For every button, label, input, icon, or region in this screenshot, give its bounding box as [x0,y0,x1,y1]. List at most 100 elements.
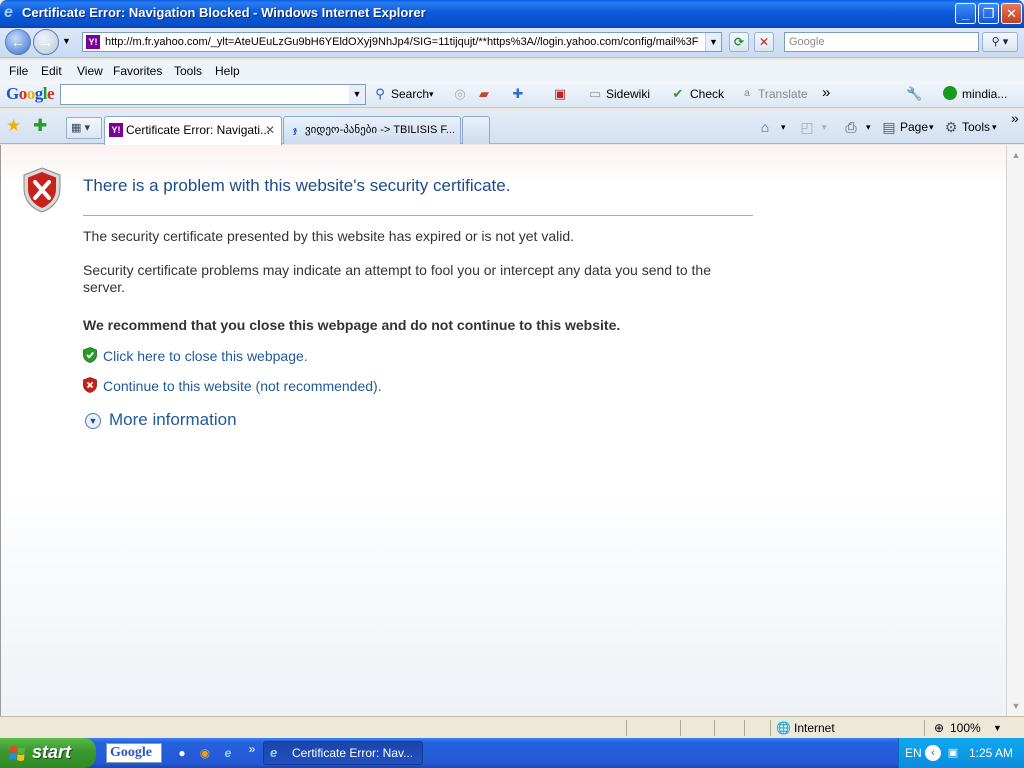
popup-blocker-icon[interactable]: ▰ [476,86,492,102]
warning-message: Security certificate problems may indica… [83,262,712,295]
recommendation-text: We recommend that you close this webpage… [83,317,621,333]
check-button[interactable]: Check [690,87,724,101]
tab-bar: ★ ✚ ▦ ▾ Y! Certificate Error: Navigati..… [0,109,1024,145]
network-icon[interactable]: ▣ [945,745,961,761]
menu-tools[interactable]: Tools [174,64,202,78]
add-favorites-icon[interactable]: ✚ [33,117,47,135]
search-input[interactable]: Google [784,32,979,52]
sidewiki-button[interactable]: Sidewiki [606,87,650,101]
page-dropdown-icon[interactable]: ▾ [929,122,934,133]
pagerank-icon[interactable]: ◎ [452,86,468,102]
search-dropdown-icon[interactable]: ▾ [429,89,434,100]
google-search-dropdown-icon[interactable]: ▼ [349,85,365,104]
continue-website-label[interactable]: Continue to this website (not recommende… [103,378,382,394]
clock[interactable]: 1:25 AM [969,746,1013,760]
google-search-icon: ⚲ [375,86,385,101]
menu-edit[interactable]: Edit [41,64,62,78]
maximize-button[interactable]: ❐ [978,3,999,24]
vertical-scrollbar[interactable]: ▲ ▼ [1006,145,1024,716]
quicklaunch-icon[interactable]: ● [174,745,190,761]
more-information-label[interactable]: More information [109,410,237,429]
address-toolbar: ← → ▼ Y! http://m.fr.yahoo.com/_ylt=AteU… [0,28,1024,58]
quicklaunch-more-button[interactable]: » [244,741,260,757]
user-account-button[interactable]: mindia... [962,87,1007,101]
more-information-toggle[interactable]: ▼ More information [85,410,237,430]
menu-favorites[interactable]: Favorites [113,64,162,78]
menu-help[interactable]: Help [215,64,240,78]
translate-button[interactable]: Translate [758,87,808,101]
home-dropdown-icon[interactable]: ▾ [781,122,786,133]
close-webpage-label[interactable]: Click here to close this webpage. [103,348,308,364]
zoom-dropdown-icon[interactable]: ▼ [993,723,1002,733]
window-title: Certificate Error: Navigation Blocked - … [22,5,426,20]
expand-chevron-icon[interactable]: ▼ [85,413,101,429]
page-icon: ▤ [882,119,896,135]
address-dropdown-icon[interactable]: ▼ [705,33,721,51]
google-deskbar[interactable]: Google [106,743,162,763]
status-divider [626,720,627,736]
search-go-button[interactable]: ⚲ ▾ [982,32,1018,52]
start-button[interactable]: start [0,738,96,768]
feeds-dropdown-icon[interactable]: ▾ [822,122,827,133]
stop-button[interactable]: ✕ [754,32,774,52]
home-icon[interactable]: ⌂ [756,118,774,136]
scroll-down-icon[interactable]: ▼ [1009,699,1023,713]
windows-flag-icon [9,746,25,761]
task-label: Certificate Error: Nav... [292,746,414,760]
minimize-button[interactable]: _ [955,3,976,24]
gear-icon: ⚙ [944,119,958,135]
site-favicon-icon: ჯ [292,125,298,135]
wrench-icon[interactable]: 🔧 [906,86,922,102]
google-logo[interactable]: Google [6,84,55,104]
google-toolbar: Google ▼ ⚲ Search ▾ ◎ ▰ ✚ ▣ ▭ Sidewiki ✔… [0,81,1024,108]
close-window-button[interactable]: ✕ [1001,3,1022,24]
translate-icon: a [744,88,750,99]
google-search-button[interactable]: Search [391,87,429,101]
ie-quicklaunch-icon[interactable]: e [220,745,236,761]
site-favicon-icon: Y! [86,35,100,49]
tray-chevron-icon[interactable]: ‹ [925,745,941,761]
favorites-center-icon[interactable]: ★ [6,117,21,135]
tools-dropdown-icon[interactable]: ▾ [992,122,997,133]
taskbar-window-button[interactable]: e Certificate Error: Nav... [263,741,423,765]
new-tab-button[interactable] [462,116,490,144]
url-text[interactable]: http://m.fr.yahoo.com/_ylt=AteUEuLzGu9bH… [105,36,705,48]
zoom-level[interactable]: 100% [950,721,981,735]
menu-bar: File Edit View Favorites Tools Help [0,60,1024,81]
back-button[interactable]: ← [5,29,31,55]
address-bar[interactable]: Y! http://m.fr.yahoo.com/_ylt=AteUEuLzGu… [82,32,722,52]
menu-file[interactable]: File [9,64,28,78]
ie-logo-icon: e [4,4,13,21]
start-label: start [32,742,72,762]
autofill-icon[interactable]: ▣ [552,86,568,102]
history-dropdown-icon[interactable]: ▼ [62,36,71,46]
menu-view[interactable]: View [77,64,103,78]
internet-zone-icon: 🌐 [776,721,791,735]
tab-label: Certificate Error: Navigati... [126,123,271,137]
quick-tabs-button[interactable]: ▦ ▾ [66,117,102,139]
tools-menu-button[interactable]: Tools [962,120,990,134]
refresh-button[interactable]: ⟳ [729,32,749,52]
scroll-up-icon[interactable]: ▲ [1009,148,1023,162]
language-indicator[interactable]: EN [905,746,922,760]
firefox-icon[interactable]: ◉ [197,745,213,761]
user-status-icon [942,86,958,102]
command-more-button[interactable]: » [1011,110,1019,126]
title-bar: e Certificate Error: Navigation Blocked … [0,0,1024,28]
divider [83,215,753,216]
google-search-input[interactable]: ▼ [60,84,366,105]
page-title: There is a problem with this website's s… [83,176,511,195]
continue-website-link[interactable]: Continue to this website (not recommende… [83,377,382,394]
close-tab-button[interactable]: ✕ [265,117,275,143]
feeds-icon[interactable]: ◰ [798,118,816,136]
add-button-icon[interactable]: ✚ [510,86,526,102]
page-menu-button[interactable]: Page [900,120,928,134]
print-dropdown-icon[interactable]: ▾ [866,122,871,133]
tab-tbilisis[interactable]: ჯ ვიდეო-პანები -> TBILISIS F... [283,116,461,144]
security-zone-label[interactable]: Internet [794,721,835,735]
print-icon[interactable]: ⎙ [842,118,860,136]
toolbar-more-button[interactable]: » [822,84,830,101]
close-webpage-link[interactable]: Click here to close this webpage. [83,347,308,364]
tab-certificate-error[interactable]: Y! Certificate Error: Navigati... ✕ [104,116,282,145]
forward-button[interactable]: → [33,29,59,55]
